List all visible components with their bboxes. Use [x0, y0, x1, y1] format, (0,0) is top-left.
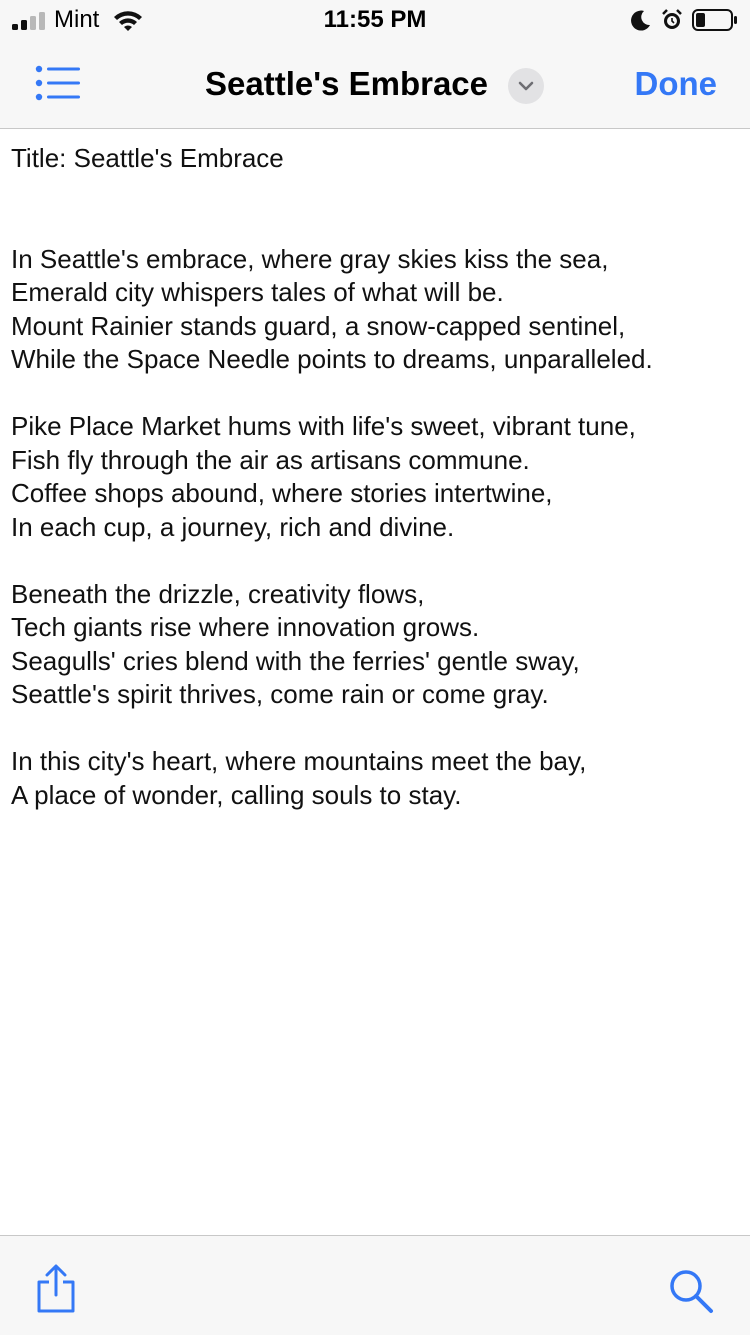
text-line: Pike Place Market hums with life's sweet…: [11, 411, 636, 441]
text-line: In this city's heart, where mountains me…: [11, 746, 587, 776]
chevron-down-icon: [518, 81, 534, 91]
text-line: Title: Seattle's Embrace: [11, 143, 284, 173]
text-line: Fish fly through the air as artisans com…: [11, 444, 530, 475]
title-menu-button[interactable]: [508, 68, 544, 104]
text-line: In Seattle's embrace, where gray skies k…: [11, 243, 609, 274]
text-line: Emerald city whispers tales of what will…: [11, 277, 504, 307]
alarm-clock-icon: [662, 9, 682, 29]
text-line: Beneath the drizzle, creativity flows,: [11, 578, 425, 609]
text-line: Tech giants rise where innovation grows.: [11, 612, 480, 642]
status-bar: Mint 11:55 PM: [0, 0, 750, 40]
done-button[interactable]: Done: [635, 65, 718, 103]
text-line: Seattle's spirit thrives, come rain or c…: [11, 679, 549, 709]
text-line: Mount Rainier stands guard, a snow-cappe…: [11, 310, 626, 341]
text-line: A place of wonder, calling souls to stay…: [11, 779, 462, 810]
text-line: While the Space Needle points to dreams,…: [11, 344, 653, 374]
text-line: In each cup, a journey, rich and divine.: [11, 511, 455, 542]
text-line: Coffee shops abound, where stories inter…: [11, 478, 553, 508]
navigation-bar: Seattle's Embrace Done: [0, 40, 750, 129]
text-line: Seagulls' cries blend with the ferries' …: [11, 645, 580, 676]
search-icon[interactable]: [668, 1268, 714, 1314]
battery-icon: [692, 9, 737, 31]
moon-icon: [631, 10, 650, 31]
document-title[interactable]: Seattle's Embrace: [205, 65, 488, 103]
list-icon[interactable]: [34, 64, 82, 102]
share-icon[interactable]: [34, 1264, 78, 1314]
bottom-toolbar: [0, 1235, 750, 1335]
document-body[interactable]: Title: Seattle's Embrace In Seattle's emb…: [11, 142, 741, 812]
